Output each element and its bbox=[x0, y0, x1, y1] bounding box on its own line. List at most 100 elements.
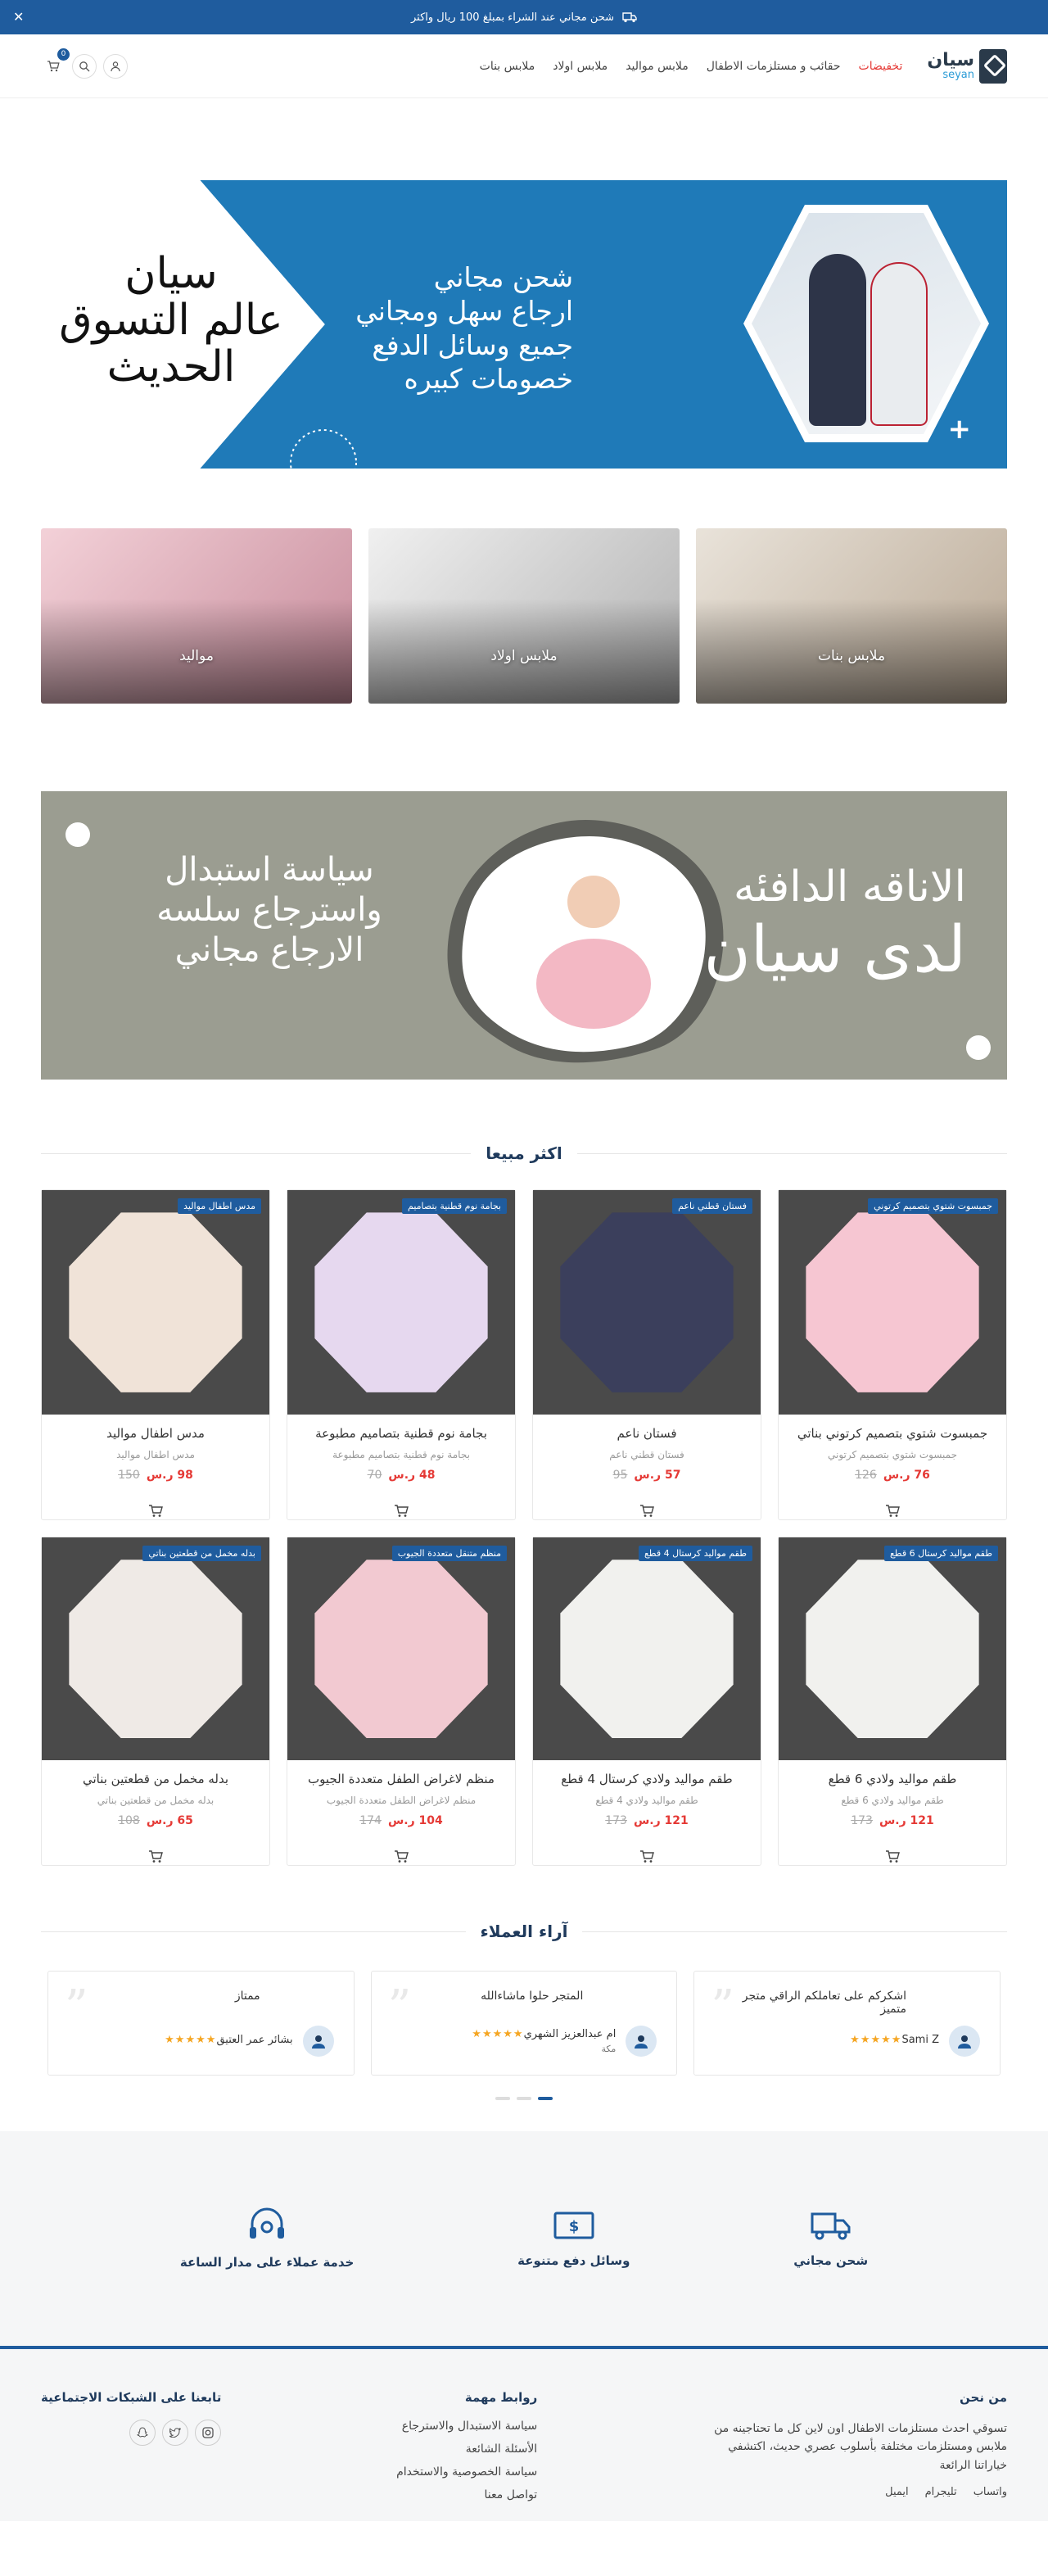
footer-links: روابط مهمة سياسة الاستبدال والاسترجاع ال… bbox=[396, 2390, 537, 2521]
footer-link[interactable]: الأسئلة الشائعة bbox=[466, 2442, 538, 2456]
product-image[interactable]: طقم مواليد كرستال 6 قطع bbox=[779, 1537, 1006, 1761]
email-link[interactable]: ايميل bbox=[885, 2486, 909, 2498]
carousel-dot[interactable] bbox=[517, 2097, 531, 2100]
logo-mark bbox=[979, 48, 1007, 84]
add-to-cart-icon[interactable] bbox=[147, 1849, 164, 1865]
snapchat-icon[interactable] bbox=[129, 2420, 156, 2446]
category-boys[interactable]: ملابس اولاد bbox=[368, 528, 680, 704]
twitter-icon[interactable] bbox=[162, 2420, 189, 2446]
add-to-cart-icon[interactable] bbox=[639, 1849, 655, 1865]
quote-icon: ” bbox=[711, 1981, 734, 2034]
add-to-cart-icon[interactable] bbox=[393, 1849, 409, 1865]
product-card[interactable]: منظم متنقل متعددة الجيوب منظم لاغراض الطف… bbox=[287, 1537, 516, 1866]
rating-stars: ★★★★★ bbox=[472, 2028, 524, 2040]
product-image[interactable]: مدس اطفال مواليد bbox=[42, 1190, 269, 1415]
product-price: 57 ر.س bbox=[634, 1469, 681, 1483]
product-subtitle: فستان قطني ناعم bbox=[609, 1449, 684, 1461]
footer-heading: روابط مهمة bbox=[464, 2390, 538, 2405]
logo-english: seyan bbox=[942, 69, 974, 81]
logo-arabic: سيان bbox=[927, 50, 974, 70]
product-name[interactable]: فستان ناعم bbox=[617, 1426, 676, 1441]
product-tag: بجامة نوم قطنية بتصاميم bbox=[402, 1198, 507, 1214]
category-newborn[interactable]: مواليد bbox=[41, 528, 352, 704]
feature-payment: $ وسائل دفع متنوعة bbox=[517, 2209, 630, 2268]
product-image[interactable]: بجامة نوم قطنية بتصاميم bbox=[287, 1190, 515, 1415]
add-to-cart-icon[interactable] bbox=[393, 1503, 409, 1519]
add-to-cart-icon[interactable] bbox=[639, 1503, 655, 1519]
product-old-price: 126 bbox=[855, 1469, 877, 1483]
product-image[interactable]: فستان قطني ناعم bbox=[533, 1190, 761, 1415]
product-name[interactable]: طقم مواليد ولادي 6 قطع bbox=[829, 1772, 957, 1786]
product-name[interactable]: منظم لاغراض الطفل متعددة الجيوب bbox=[308, 1772, 495, 1786]
promo-headline: الاناقه الدافئه لدى سيان bbox=[704, 862, 967, 989]
add-to-cart-icon[interactable] bbox=[884, 1503, 901, 1519]
product-name[interactable]: بجامة نوم قطنية بتصاميم مطبوعة bbox=[315, 1426, 487, 1441]
category-girls[interactable]: ملابس بنات bbox=[696, 528, 1007, 704]
reviewer-city: مكة bbox=[601, 2044, 617, 2054]
product-name[interactable]: مدس اطفال مواليد bbox=[106, 1426, 205, 1441]
product-card[interactable]: جمبسوت شتوي بتصميم كرتوني جمبسوت شتوي بتص… bbox=[778, 1189, 1007, 1520]
hero-line: جميع وسائل الدفع bbox=[372, 328, 573, 361]
product-name[interactable]: بدله مخمل من قطعتين بناتي bbox=[83, 1772, 228, 1786]
add-to-cart-icon[interactable] bbox=[884, 1849, 901, 1865]
hero-banner[interactable]: شحن مجاني ارجاع سهل ومجاني جميع وسائل ال… bbox=[41, 180, 1007, 475]
product-image[interactable]: منظم متنقل متعددة الجيوب bbox=[287, 1537, 515, 1761]
nav-item-girls[interactable]: ملابس بنات bbox=[480, 60, 535, 73]
money-icon: $ bbox=[553, 2212, 594, 2239]
product-grid: جمبسوت شتوي بتصميم كرتوني جمبسوت شتوي بتص… bbox=[41, 1189, 1007, 1866]
carousel-dot[interactable] bbox=[495, 2097, 510, 2100]
product-card[interactable]: فستان قطني ناعم فستان ناعم فستان قطني ناعم… bbox=[532, 1189, 761, 1520]
add-to-cart-icon[interactable] bbox=[147, 1503, 164, 1519]
hero-line: خصومات كبيره bbox=[404, 362, 573, 395]
footer-link[interactable]: تواصل معنا bbox=[485, 2488, 538, 2501]
product-card[interactable]: مدس اطفال مواليد مدس اطفال مواليد مدس اطفا… bbox=[41, 1189, 270, 1520]
nav-item-accessories[interactable]: حقائب و مستلزمات الاطفال bbox=[707, 60, 841, 73]
instagram-icon[interactable] bbox=[195, 2420, 222, 2446]
footer-heading: تابعنا على الشبكات الاجتماعية bbox=[41, 2390, 222, 2405]
promo-banner[interactable]: الاناقه الدافئه لدى سيان سياسة استبدال و… bbox=[41, 791, 1007, 1080]
promo-policy-line: واسترجاع سلسه bbox=[156, 890, 382, 929]
product-card[interactable]: طقم مواليد كرستال 6 قطع طقم مواليد ولادي … bbox=[778, 1537, 1007, 1866]
product-image[interactable]: طقم مواليد كرستال 4 قطع bbox=[533, 1537, 761, 1761]
close-icon[interactable]: ✕ bbox=[13, 9, 24, 25]
product-subtitle: طقم مواليد ولادي 4 قطع bbox=[595, 1795, 698, 1807]
hero-features-text: شحن مجاني ارجاع سهل ومجاني جميع وسائل ال… bbox=[355, 260, 573, 396]
product-image[interactable]: بدله مخمل من قطعتين بناتي bbox=[42, 1537, 269, 1761]
logo[interactable]: سيان seyan bbox=[927, 48, 1007, 84]
feature-free-shipping: شحن مجاني bbox=[793, 2209, 868, 2268]
product-name[interactable]: جمبسوت شتوي بتصميم كرتوني بناتي bbox=[797, 1426, 987, 1441]
headset-icon bbox=[250, 2207, 285, 2239]
product-old-price: 174 bbox=[359, 1814, 382, 1828]
product-tag: منظم متنقل متعددة الجيوب bbox=[391, 1546, 507, 1561]
search-icon bbox=[79, 61, 90, 71]
footer-link[interactable]: سياسة الخصوصية والاستخدام bbox=[396, 2465, 537, 2479]
category-tiles: ملابس بنات ملابس اولاد مواليد bbox=[41, 528, 1007, 704]
account-button[interactable] bbox=[103, 53, 128, 79]
telegram-link[interactable]: تليجرام bbox=[925, 2486, 957, 2498]
product-name[interactable]: طقم مواليد ولادي كرستال 4 قطع bbox=[561, 1772, 732, 1786]
reviewer-name: ام عبدالعزيز الشهري bbox=[523, 2028, 617, 2040]
whatsapp-link[interactable]: واتساب bbox=[973, 2486, 1007, 2498]
nav-item-boys[interactable]: ملابس اولاد bbox=[553, 60, 608, 73]
search-button[interactable] bbox=[72, 53, 97, 79]
product-subtitle: مدس اطفال مواليد bbox=[116, 1449, 195, 1461]
product-image[interactable]: جمبسوت شتوي بتصميم كرتوني bbox=[779, 1190, 1006, 1415]
hero-line: ارجاع سهل ومجاني bbox=[355, 295, 573, 328]
product-price: 98 ر.س bbox=[146, 1469, 193, 1483]
product-card[interactable]: طقم مواليد كرستال 4 قطع طقم مواليد ولادي … bbox=[532, 1537, 761, 1866]
quote-icon: ” bbox=[64, 1981, 88, 2034]
product-card[interactable]: بجامة نوم قطنية بتصاميم بجامة نوم قطنية ب… bbox=[287, 1189, 516, 1520]
announcement-text: شحن مجاني عند الشراء بمبلغ 100 ريال واكث… bbox=[410, 11, 615, 24]
rating-stars: ★★★★★ bbox=[165, 2033, 217, 2046]
footer-link[interactable]: سياسة الاستبدال والاسترجاع bbox=[402, 2420, 537, 2433]
cart-button[interactable]: 0 bbox=[41, 48, 70, 79]
hero-slogan: سيان عالم التسوق الحديث bbox=[52, 250, 290, 392]
nav-item-newborn[interactable]: ملابس مواليد bbox=[626, 60, 689, 73]
nav-item-sale[interactable]: تخفيضات bbox=[859, 60, 903, 73]
review-card: ” ممتاز بشائر عمر العتيق ★★★★★ bbox=[47, 1971, 355, 2076]
promo-headline-line: لدى سيان bbox=[703, 913, 967, 988]
carousel-dot[interactable] bbox=[538, 2097, 553, 2100]
features-strip: شحن مجاني $ وسائل دفع متنوعة خدمة عملاء … bbox=[0, 2131, 1048, 2346]
product-card[interactable]: بدله مخمل من قطعتين بناتي بدله مخمل من قط… bbox=[41, 1537, 270, 1866]
avatar bbox=[626, 2026, 657, 2057]
